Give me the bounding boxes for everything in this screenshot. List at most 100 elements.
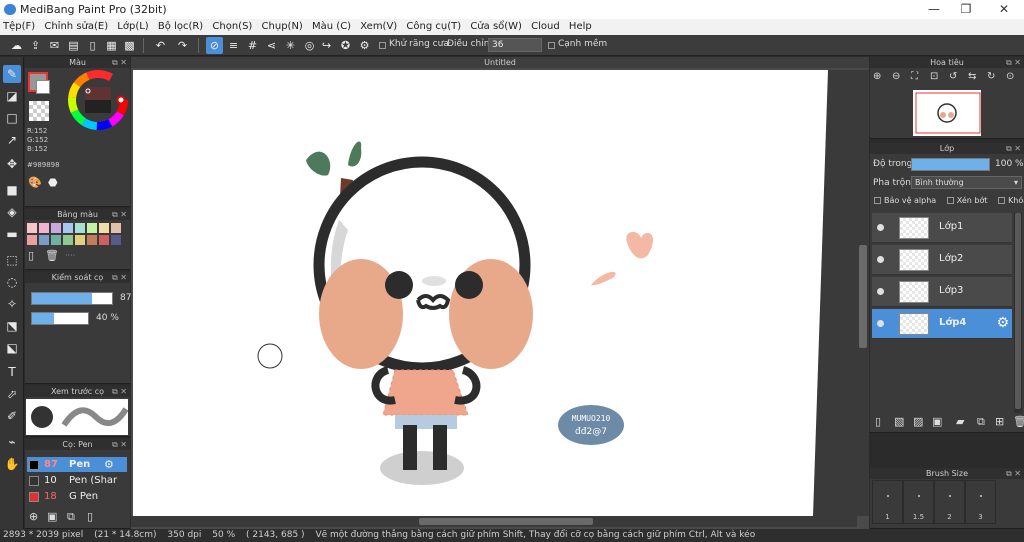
menu-layer[interactable]: Lớp(L) [114,19,151,35]
menu-filter[interactable]: Bộ lọc(R) [155,19,206,35]
palette-swatch[interactable] [51,235,61,245]
move-tool-icon[interactable]: ✥ [3,155,21,173]
trash-icon[interactable]: 🗑 [45,249,59,262]
clipping-checkbox[interactable] [946,197,954,204]
palette-swatch[interactable] [75,223,85,233]
select-snap-icon[interactable]: ✪ [337,37,354,54]
menu-color[interactable]: Màu (C) [309,19,354,35]
menu-file[interactable]: Tệp(F) [0,19,38,35]
soft-edge-checkbox[interactable] [548,42,555,49]
visibility-eye-icon[interactable] [877,224,884,231]
gradient-tool-icon[interactable]: ▬ [3,225,21,243]
brush-size-option[interactable]: 3 [965,480,996,524]
palette-swatch[interactable] [99,223,109,233]
transparent-color-swatch[interactable] [29,101,49,121]
brush-size-option[interactable]: 1 [872,480,903,524]
panel-close-icon[interactable]: ⧉ ✕ [112,272,127,283]
lasso-tool-icon[interactable]: ◌ [3,273,21,291]
brush-settings-gear-icon[interactable]: ⚙ [104,457,114,472]
palette-swatch[interactable] [111,235,121,245]
magic-wand-tool-icon[interactable]: ✧ [3,295,21,313]
visibility-eye-icon[interactable] [877,288,884,295]
menu-snap[interactable]: Chụp(N) [259,19,306,35]
shape-tool-icon[interactable]: □ [3,109,21,127]
panel-close-icon[interactable]: ⧉ ✕ [112,439,127,450]
delete-layer-icon[interactable]: 🗑 [1013,415,1024,428]
layer-scroll-thumb[interactable] [1015,213,1021,409]
brush-item[interactable]: 87 Pen ⚙ [27,457,127,472]
new-8bit-layer-icon[interactable]: ▨ [913,415,923,428]
layer-row[interactable]: Lớp1 [872,213,1012,243]
brush-size-option[interactable]: 1.5 [903,480,934,524]
redo-icon[interactable]: ↷ [174,37,191,54]
curve-snap-icon[interactable]: ↪ [318,37,335,54]
panel-close-icon[interactable]: ⧉ ✕ [112,209,127,220]
bucket-tool-icon[interactable]: ◈ [3,203,21,221]
brush-size-slider[interactable] [31,292,113,305]
add-layer-menu-icon[interactable]: ▣ [932,415,942,428]
palette-more[interactable]: ···· [65,251,75,260]
palette-swatch[interactable] [39,235,49,245]
message-icon[interactable]: ▤ [65,37,82,54]
comment-icon[interactable]: ✉ [46,37,63,54]
adjust-input[interactable]: 36 [488,38,542,52]
rotate-left-icon[interactable]: ↺ [949,71,957,82]
minimize-button[interactable]: — [916,0,952,19]
panel-close-icon[interactable]: ⧉ ✕ [112,386,127,397]
duplicate-layer-icon[interactable]: ⧉ [977,415,985,429]
crisscross-snap-icon[interactable]: # [244,37,261,54]
share-icon[interactable]: ⇪ [27,37,44,54]
drawing-canvas[interactable]: MUMUO210 đđ2@7 [133,70,857,516]
menu-window[interactable]: Cửa sổ(W) [467,19,525,35]
palette-swatch[interactable] [111,223,121,233]
brush-size-option[interactable]: 2 [934,480,965,524]
palette-swatch[interactable] [75,235,85,245]
menu-view[interactable]: Xem(V) [357,19,400,35]
palette-swatch[interactable] [39,223,49,233]
menu-cloud[interactable]: Cloud [528,19,563,35]
circle-snap-icon[interactable]: ◎ [301,37,318,54]
color-wheel[interactable] [68,70,128,130]
menu-select[interactable]: Chọn(S) [209,19,255,35]
select-rect-tool-icon[interactable]: ⬚ [3,251,21,269]
brush-folder-icon[interactable]: ▣ [47,510,57,523]
vertical-scroll-thumb[interactable] [859,245,867,348]
brush-tool-icon[interactable]: ✎ [3,65,21,83]
palette-swatch[interactable] [63,235,73,245]
hand-tool-icon[interactable]: ✋ [3,455,21,473]
new-layer-icon[interactable]: ▯ [875,415,881,428]
palette-swatch[interactable] [99,235,109,245]
operation-tool-icon[interactable]: ⬀ [3,385,21,403]
navigator-thumbnail[interactable] [913,90,981,136]
brush-delete-icon[interactable]: ▯ [87,510,93,523]
palette-swatch[interactable] [27,223,37,233]
zoom-out-icon[interactable]: ⊖ [892,71,900,82]
flip-icon[interactable]: ⇆ [968,71,976,82]
layer-row[interactable]: Lớp3 [872,277,1012,307]
grid-layout-icon[interactable]: ▩ [121,37,138,54]
lock-checkbox[interactable] [998,197,1006,204]
snap-off-icon[interactable]: ⊘ [206,37,223,54]
panel-close-icon[interactable]: ⧉ ✕ [112,57,127,68]
layer-opacity-slider[interactable] [911,158,990,171]
document-tab[interactable]: Untitled [131,57,869,68]
parallel-snap-icon[interactable]: ≡ [225,37,242,54]
maximize-button[interactable]: ❐ [948,0,984,19]
settings-gear-icon[interactable]: ⚙ [356,37,373,54]
reset-view-icon[interactable]: ⊙ [1006,71,1014,82]
fit-window-icon[interactable]: ⛶ [911,71,918,82]
add-brush-icon[interactable]: ⊕ [29,510,38,523]
secondary-color-swatch[interactable] [36,80,50,94]
protect-alpha-checkbox[interactable] [874,197,881,204]
brush-opacity-slider[interactable] [31,312,89,325]
antialias-checkbox[interactable] [379,42,386,49]
horizontal-scroll-thumb[interactable] [419,518,593,525]
panel-close-icon[interactable]: ⧉ ✕ [1006,57,1021,68]
color-picker-icon[interactable]: ⬣ [48,176,64,190]
menu-edit[interactable]: Chỉnh sửa(E) [41,19,111,35]
visibility-eye-icon[interactable] [877,320,884,327]
zoom-in-icon[interactable]: ⊕ [873,71,881,82]
blend-mode-select[interactable]: Bình thường ▾ [911,176,1022,189]
new-halftone-layer-icon[interactable]: ▧ [894,415,904,428]
vanishing-point-icon[interactable]: ⋖ [263,37,280,54]
